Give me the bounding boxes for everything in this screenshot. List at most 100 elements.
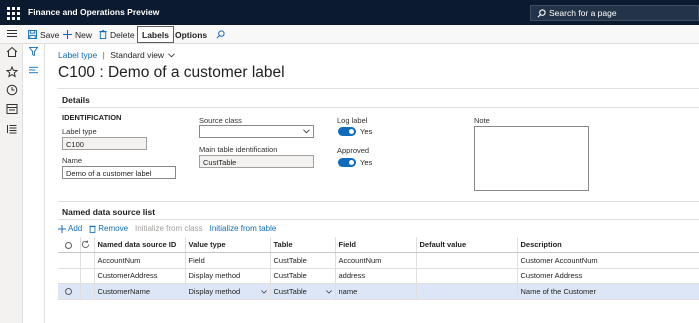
save-label: Save bbox=[40, 29, 60, 40]
add-button[interactable]: Add bbox=[58, 224, 82, 233]
chevron-down-icon bbox=[303, 129, 310, 134]
cell-field[interactable]: address bbox=[334, 268, 416, 284]
initialize-from-class-button[interactable]: Initialize from class bbox=[135, 224, 203, 233]
clock-icon[interactable] bbox=[6, 84, 18, 96]
menu-lines-icon[interactable] bbox=[29, 66, 38, 74]
cell-default-value[interactable] bbox=[415, 283, 517, 300]
source-class-select[interactable] bbox=[199, 125, 314, 138]
trash-icon bbox=[89, 225, 96, 233]
home-icon[interactable] bbox=[6, 46, 18, 58]
filter-pane bbox=[23, 44, 45, 323]
log-label-toggle[interactable] bbox=[338, 127, 356, 136]
details-fasttab: Details bbox=[58, 88, 699, 196]
tab-options-label: Options bbox=[175, 29, 208, 40]
table-row-selected[interactable]: CustomerName Display method CustTable na… bbox=[58, 283, 699, 300]
cell-id[interactable]: CustomerName bbox=[93, 283, 185, 300]
details-divider bbox=[58, 107, 699, 108]
cell-field[interactable]: AccountNum bbox=[334, 252, 416, 269]
chevron-down-icon bbox=[168, 53, 176, 58]
cell-default-value[interactable] bbox=[415, 268, 517, 284]
delete-button[interactable]: Delete bbox=[99, 27, 135, 42]
note-label: Note bbox=[474, 116, 490, 125]
row-marker bbox=[79, 283, 94, 300]
datasources-title[interactable]: Named data source list bbox=[62, 207, 155, 217]
row-selector-radio[interactable] bbox=[58, 283, 80, 300]
tab-labels-label: Labels bbox=[142, 29, 169, 40]
table-row[interactable]: AccountNum Field CustTable AccountNum Cu… bbox=[58, 252, 699, 269]
remove-button[interactable]: Remove bbox=[89, 224, 128, 233]
app-launcher-icon[interactable] bbox=[4, 4, 21, 21]
cell-default-value[interactable] bbox=[415, 252, 517, 269]
save-button[interactable]: Save bbox=[28, 27, 59, 42]
cell-table: CustTable bbox=[273, 286, 307, 296]
col-header-value-type[interactable]: Value type bbox=[184, 237, 270, 253]
col-header-id[interactable]: Named data source ID bbox=[93, 237, 185, 253]
datasources-fasttab bbox=[58, 201, 699, 202]
log-label-label: Log label bbox=[337, 116, 368, 125]
action-pane: Save New Delete Labels Options bbox=[0, 25, 699, 44]
grid-toolbar: Add Remove Initialize from class Initial… bbox=[58, 222, 283, 235]
col-header-description[interactable]: Description bbox=[516, 237, 699, 253]
cell-field[interactable]: name bbox=[334, 283, 416, 300]
delete-label: Delete bbox=[110, 29, 135, 40]
app-title: Finance and Operations Preview bbox=[28, 7, 160, 17]
approved-toggle[interactable] bbox=[338, 158, 356, 167]
select-all-radio[interactable] bbox=[58, 237, 80, 253]
cell-id[interactable]: AccountNum bbox=[93, 252, 185, 269]
note-textarea[interactable] bbox=[474, 126, 589, 191]
log-label-value: Yes bbox=[360, 127, 373, 136]
cell-value-type[interactable]: Display method bbox=[184, 268, 270, 284]
col-header-field[interactable]: Field bbox=[334, 237, 416, 253]
approved-label: Approved bbox=[337, 146, 370, 155]
cell-table[interactable]: CustTable bbox=[269, 252, 335, 269]
datasources-divider bbox=[58, 219, 699, 220]
cell-description[interactable]: Name of the Customer bbox=[516, 283, 699, 300]
save-icon bbox=[28, 30, 37, 39]
name-label: Name bbox=[62, 156, 83, 165]
star-icon[interactable] bbox=[6, 66, 18, 78]
find-button[interactable] bbox=[216, 27, 228, 42]
filter-icon[interactable] bbox=[29, 47, 38, 56]
breadcrumb-form-link[interactable]: Label type bbox=[58, 50, 97, 60]
refresh-icon[interactable] bbox=[79, 237, 94, 253]
main-table-field[interactable]: CustTable bbox=[199, 155, 314, 168]
add-label: Add bbox=[68, 224, 83, 233]
list-icon[interactable] bbox=[6, 123, 18, 135]
new-label: New bbox=[75, 29, 93, 40]
cell-value-type[interactable]: Field bbox=[184, 252, 270, 269]
col-header-table[interactable]: Table bbox=[269, 237, 335, 253]
table-row[interactable]: CustomerAddress Display method CustTable… bbox=[58, 268, 699, 284]
search-placeholder: Search for a page bbox=[549, 8, 617, 18]
new-button[interactable]: New bbox=[63, 27, 92, 42]
details-fasttab-title[interactable]: Details bbox=[62, 95, 90, 105]
breadcrumb-separator: | bbox=[102, 50, 105, 60]
tab-labels[interactable]: Labels bbox=[137, 26, 174, 43]
cell-table[interactable]: CustTable bbox=[269, 268, 335, 284]
row-marker bbox=[79, 252, 94, 269]
identification-group-title: IDENTIFICATION bbox=[62, 113, 122, 122]
row-selector[interactable] bbox=[58, 268, 80, 284]
name-field[interactable]: Demo of a customer label bbox=[62, 166, 176, 179]
initialize-from-table-button[interactable]: Initialize from table bbox=[210, 224, 277, 233]
col-header-default-value[interactable]: Default value bbox=[415, 237, 517, 253]
tab-options[interactable]: Options bbox=[175, 27, 207, 42]
page-title: C100 : Demo of a customer label bbox=[58, 64, 285, 81]
plus-icon bbox=[58, 224, 66, 233]
hamburger-icon[interactable] bbox=[7, 30, 17, 38]
workspace-icon[interactable] bbox=[6, 103, 18, 115]
trash-icon bbox=[99, 30, 107, 39]
row-selector[interactable] bbox=[58, 252, 80, 269]
cell-description[interactable]: Customer Address bbox=[516, 268, 699, 284]
search-box[interactable]: Search for a page bbox=[530, 5, 699, 21]
app-top-bar: Finance and Operations Preview Search fo… bbox=[0, 0, 699, 25]
cell-description[interactable]: Customer AccountNum bbox=[516, 252, 699, 269]
label-type-field[interactable]: C100 bbox=[62, 137, 147, 150]
search-icon bbox=[537, 8, 546, 17]
plus-icon bbox=[63, 30, 72, 39]
main-table-label: Main table identification bbox=[199, 145, 278, 154]
cell-value-type-select[interactable]: Display method bbox=[184, 283, 270, 300]
chevron-down-icon bbox=[325, 289, 332, 294]
view-selector[interactable]: Standard view bbox=[110, 50, 176, 60]
cell-table-select[interactable]: CustTable bbox=[269, 283, 335, 300]
cell-id[interactable]: CustomerAddress bbox=[93, 268, 185, 284]
